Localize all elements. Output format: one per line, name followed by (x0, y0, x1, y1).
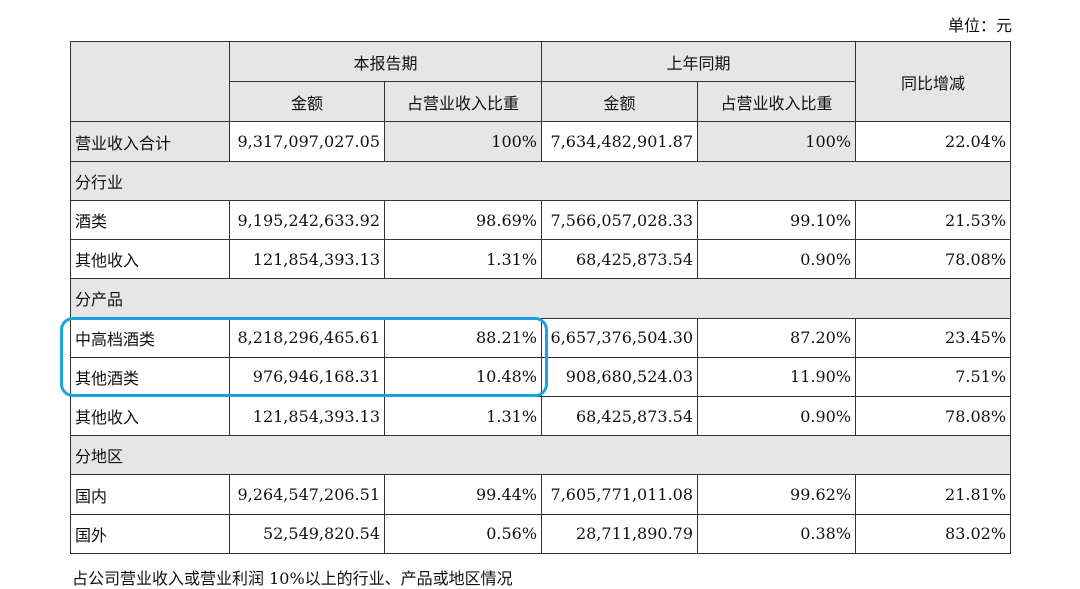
revenue-table: 本报告期 上年同期 同比增减 金额 占营业收入比重 金额 占营业收入比重 营业收… (69, 40, 1012, 555)
cur-share-cell: 1.31% (383, 239, 543, 280)
cur-share-cell: 100% (383, 121, 543, 162)
row-label: 营业收入合计 (70, 121, 230, 162)
prev-amount-cell: 68,425,873.54 (541, 239, 699, 280)
header-row-top: 本报告期 上年同期 同比增减 (70, 40, 1012, 123)
cur-amount-cell: 9,264,547,206.51 (229, 474, 385, 515)
cur-amount-cell: 52,549,820.54 (229, 513, 385, 555)
header-current-period: 本报告期 (228, 40, 543, 83)
yoy-cell: 21.81% (855, 474, 1012, 515)
yoy-cell: 83.02% (855, 513, 1012, 555)
prev-amount-cell: 7,605,771,011.08 (541, 474, 699, 515)
cur-share-cell: 98.69% (383, 199, 543, 241)
table-row: 国外 52,549,820.54 0.56% 28,711,890.79 0.3… (70, 513, 1012, 555)
yoy-cell: 78.08% (855, 239, 1012, 280)
row-label: 国内 (70, 474, 230, 515)
section-title: 分产品 (69, 278, 1012, 319)
prev-share-cell: 99.10% (697, 199, 857, 241)
table-row: 国内 9,264,547,206.51 99.44% 7,605,771,011… (70, 474, 1012, 515)
row-label: 国外 (70, 513, 230, 555)
header-cur-amount: 金额 (229, 81, 385, 123)
yoy-cell: 78.08% (855, 395, 1012, 437)
yoy-cell: 23.45% (855, 317, 1012, 358)
section-row-product: 分产品 (69, 278, 1012, 319)
section-row-industry: 分行业 (69, 160, 1012, 201)
prev-share-cell: 100% (697, 121, 857, 162)
header-prev-share: 占营业收入比重 (697, 81, 857, 123)
yoy-cell: 7.51% (855, 356, 1012, 398)
cur-amount-cell: 9,195,242,633.92 (229, 199, 385, 241)
section-title: 分地区 (69, 435, 1012, 476)
prev-amount-cell: 28,711,890.79 (541, 513, 699, 555)
section-row-region: 分地区 (69, 435, 1012, 476)
yoy-cell: 22.04% (855, 121, 1012, 162)
cur-amount-cell: 9,317,097,027.05 (229, 121, 385, 162)
table-row: 其他收入 121,854,393.13 1.31% 68,425,873.54 … (70, 239, 1012, 280)
section-title: 分行业 (69, 160, 1012, 201)
prev-amount-cell: 6,657,376,504.30 (541, 317, 699, 358)
table-row: 其他收入 121,854,393.13 1.31% 68,425,873.54 … (70, 395, 1012, 437)
header-prev-amount: 金额 (541, 81, 699, 123)
table-caption: 占公司营业收入或营业利润 10%以上的行业、产品或地区情况 (72, 569, 513, 588)
cur-share-cell: 99.44% (383, 474, 543, 515)
highlight-box (60, 317, 548, 397)
prev-amount-cell: 68,425,873.54 (541, 395, 699, 437)
prev-amount-cell: 7,566,057,028.33 (541, 199, 699, 241)
prev-share-cell: 99.62% (697, 474, 857, 515)
header-last-year-period: 上年同期 (541, 40, 857, 83)
total-row: 营业收入合计 9,317,097,027.05 100% 7,634,482,9… (70, 121, 1012, 162)
prev-share-cell: 11.90% (697, 356, 857, 398)
cur-share-cell: 1.31% (383, 395, 543, 437)
prev-amount-cell: 7,634,482,901.87 (541, 121, 699, 162)
header-blank-cell (70, 40, 230, 123)
row-label: 其他收入 (70, 395, 230, 437)
unit-label: 单位：元 (948, 16, 1013, 35)
prev-share-cell: 0.38% (697, 513, 857, 555)
prev-share-cell: 0.90% (697, 395, 857, 437)
header-yoy-change: 同比增减 (855, 40, 1012, 123)
cur-amount-cell: 121,854,393.13 (229, 395, 385, 437)
table-row: 酒类 9,195,242,633.92 98.69% 7,566,057,028… (70, 199, 1012, 241)
prev-share-cell: 0.90% (697, 239, 857, 280)
row-label: 酒类 (70, 199, 230, 241)
prev-amount-cell: 908,680,524.03 (541, 356, 699, 398)
cur-share-cell: 0.56% (383, 513, 543, 555)
cur-amount-cell: 121,854,393.13 (229, 239, 385, 280)
yoy-cell: 21.53% (855, 199, 1012, 241)
row-label: 其他收入 (70, 239, 230, 280)
prev-share-cell: 87.20% (697, 317, 857, 358)
header-cur-share: 占营业收入比重 (383, 81, 543, 123)
